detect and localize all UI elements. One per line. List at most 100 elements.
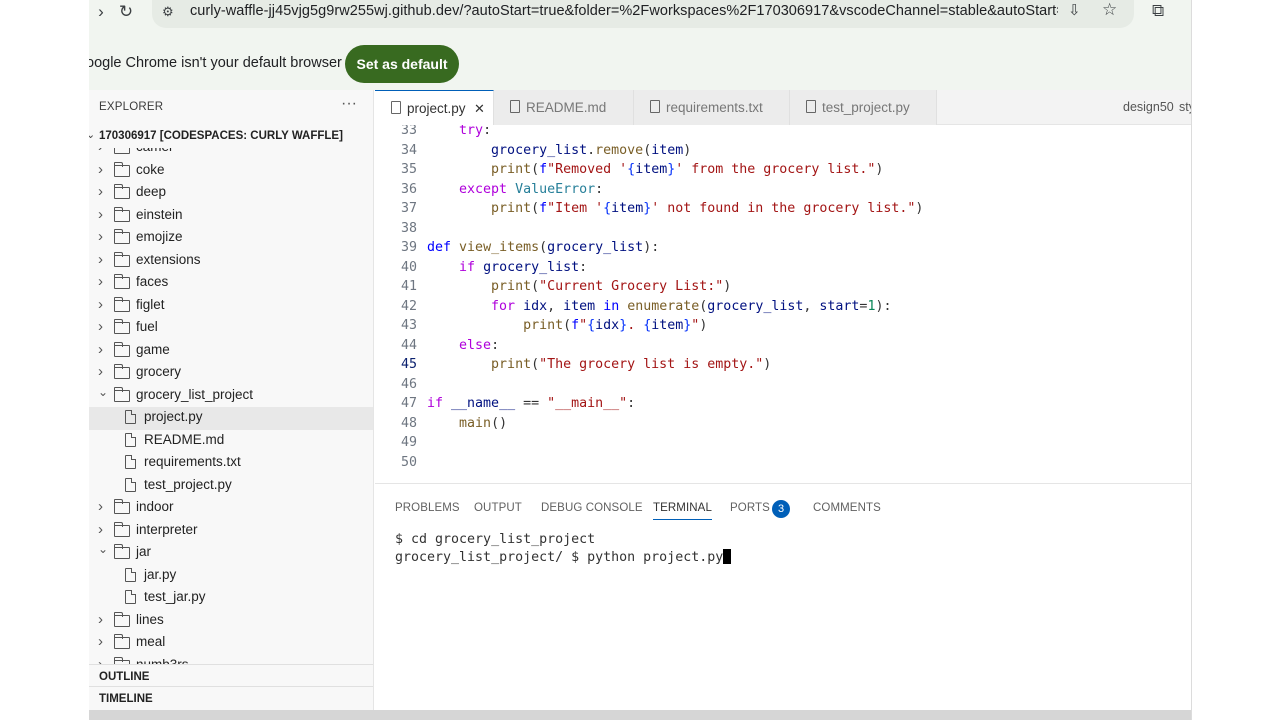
chevron-right-icon[interactable]: › [98,161,103,178]
chevron-right-icon[interactable]: › [98,341,103,358]
tune-icon[interactable]: ⚙ [162,4,174,20]
line-number: 36 [400,181,417,197]
design50-button[interactable]: design50 [1123,100,1174,114]
chevron-right-icon[interactable]: › [98,363,103,380]
timeline-section[interactable]: TIMELINE [89,686,373,708]
tree-folder[interactable]: › indoor [89,497,373,520]
code-token: . [587,142,596,158]
code-token: ( [643,142,652,158]
tree-folder[interactable]: › meal [89,632,373,655]
code-text: for idx, item in enumerate(grocery_list,… [427,299,891,314]
tab-project-py[interactable]: project.py ✕ [375,90,494,125]
url-text[interactable]: curly-waffle-jj45vjg5g9rw255wj.github.de… [190,3,1058,19]
address-bar[interactable]: ⚙ curly-waffle-jj45vjg5g9rw255wj.github.… [152,0,1134,28]
tab-label: test_project.py [822,100,910,115]
outline-section[interactable]: OUTLINE [89,664,373,686]
folder-icon [113,611,130,627]
code-token: idx [523,298,548,314]
code-token: , [803,298,820,314]
tree-folder[interactable]: › deep [89,182,373,205]
chevron-right-icon[interactable]: › [98,183,103,200]
tree-folder[interactable]: › game [89,340,373,363]
line-number: 41 [400,279,417,294]
code-token: "Item ' [547,201,604,216]
panel-tab-problems[interactable]: PROBLEMS [395,502,460,514]
chevron-right-icon[interactable]: › [98,206,103,223]
chevron-right-icon[interactable]: › [98,633,103,650]
panel-tab-debug-console[interactable]: DEBUG CONSOLE [541,502,643,514]
tree-file[interactable]: test_project.py [89,475,373,498]
star-icon[interactable]: ☆ [1102,0,1117,20]
tree-file[interactable]: test_jar.py [89,587,373,610]
chevron-right-icon[interactable]: › [98,273,103,290]
line-number: 34 [400,142,417,158]
explorer-title: EXPLORER [99,101,164,113]
code-token: print [523,318,564,333]
chevron-right-icon[interactable]: › [98,521,103,538]
tree-folder[interactable]: › figlet [89,295,373,318]
tree-folder[interactable]: › lines [89,610,373,633]
tree-folder[interactable]: › numb3rs [89,655,373,665]
tree-folder[interactable]: › camel [89,148,373,160]
tree-file[interactable]: README.md [89,430,373,453]
tree-file[interactable]: jar.py [89,565,373,588]
panel-tab-comments[interactable]: COMMENTS [813,502,881,514]
code-token: ) [875,162,884,177]
tree-item-label: README.md [144,431,225,447]
install-icon[interactable]: ⇩ [1068,1,1081,19]
code-token: . [627,318,644,333]
tree-folder[interactable]: › faces [89,272,373,295]
code-editor[interactable]: 33 try: 34 grocery_list.remove(item) 35 pr… [375,125,1191,483]
tree-folder[interactable]: › grocery [89,362,373,385]
chevron-right-icon[interactable]: › [98,148,103,155]
tab-requirements-txt[interactable]: requirements.txt [634,90,790,125]
code-token: in [603,298,620,314]
code-token: ( [531,201,540,216]
set-default-button[interactable]: Set as default [345,45,459,83]
tree-folder[interactable]: ⌄ grocery_list_project [89,385,373,408]
close-icon[interactable]: ✕ [474,101,485,117]
folder-icon [113,499,130,514]
code-token: ) [723,279,732,294]
chevron-down-icon[interactable]: ⌄ [89,128,95,141]
tree-item-label: figlet [136,296,165,312]
chevron-right-icon[interactable]: › [98,498,103,515]
tree-folder[interactable]: ⌄ jar [89,542,373,565]
code-token: remove [595,142,644,158]
tree-folder[interactable]: › interpreter [89,520,373,543]
more-actions-icon[interactable]: ··· [341,95,357,113]
chevron-down-icon[interactable]: ⌄ [98,542,108,556]
tree-folder[interactable]: › extensions [89,250,373,273]
code-text: try: [427,125,491,138]
panel-tab-ports[interactable]: PORTS [730,502,770,514]
code-token: ( [531,162,540,177]
chevron-right-icon[interactable]: › [98,611,103,628]
code-token: if [459,259,476,275]
code-token: " [579,318,588,333]
terminal[interactable]: $ cd grocery_list_project grocery_list_p… [395,532,732,566]
chevron-right-icon[interactable]: › [98,251,103,268]
workspace-title[interactable]: 170306917 [CODESPACES: CURLY WAFFLE] [99,130,343,142]
panel-tab-terminal[interactable]: TERMINAL [653,502,712,520]
tab-readme-md[interactable]: README.md [494,90,634,125]
code-text: main() [427,416,507,431]
code-line: 34 grocery_list.remove(item) [375,143,1191,163]
tree-folder[interactable]: › coke [89,160,373,183]
chevron-right-icon[interactable]: › [98,228,103,245]
reload-icon[interactable]: ↻ [111,0,141,26]
tree-file[interactable]: requirements.txt [89,452,373,475]
code-token: ( [531,357,540,372]
extensions-icon[interactable]: ⧉ [1152,1,1164,21]
tree-folder[interactable]: › fuel [89,317,373,340]
tree-folder[interactable]: › einstein [89,205,373,228]
chevron-right-icon[interactable]: › [98,656,103,665]
chevron-down-icon[interactable]: ⌄ [98,385,108,399]
chevron-right-icon[interactable]: › [98,296,103,313]
style50-button[interactable]: style50 [1179,100,1191,114]
chevron-right-icon[interactable]: › [98,318,103,335]
tree-folder[interactable]: › emojize [89,227,373,250]
tree-file[interactable]: project.py [89,407,373,430]
tab-test-project-py[interactable]: test_project.py [790,90,937,125]
panel-tab-output[interactable]: OUTPUT [474,502,522,514]
